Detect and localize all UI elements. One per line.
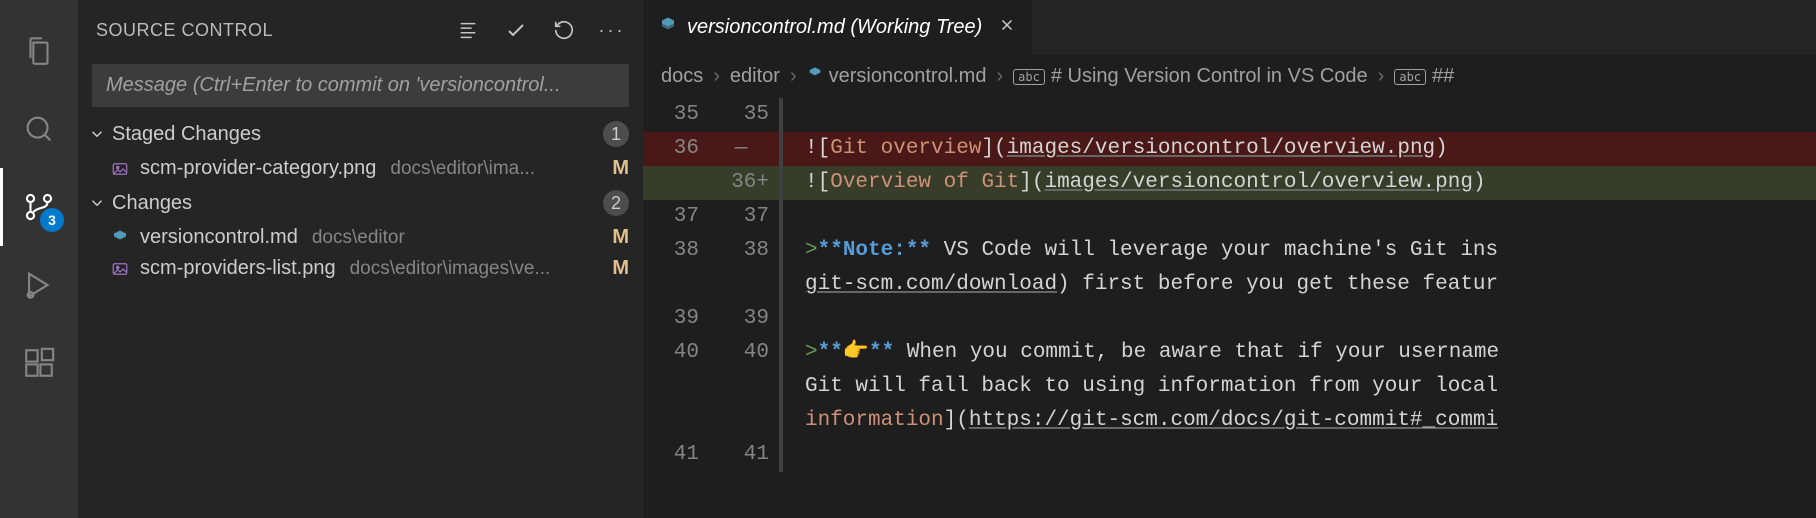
panel-header: SOURCE CONTROL ··· bbox=[78, 0, 643, 60]
file-path: docs\editor\ima... bbox=[390, 158, 594, 180]
editor-tab[interactable]: versioncontrol.md (Working Tree) bbox=[643, 0, 1033, 55]
breadcrumb-segment[interactable]: editor bbox=[730, 65, 780, 88]
source-control-panel: SOURCE CONTROL ··· Staged Changes 1 bbox=[78, 0, 643, 518]
abc-icon: abc bbox=[1394, 69, 1426, 85]
diff-code: information](https://git-scm.com/docs/gi… bbox=[783, 404, 1816, 438]
file-path: docs\editor\images\ve... bbox=[350, 258, 595, 280]
file-path: docs\editor bbox=[312, 227, 594, 249]
chevron-right-icon: › bbox=[1378, 65, 1385, 88]
tab-bar: versioncontrol.md (Working Tree) bbox=[643, 0, 1816, 55]
diff-code bbox=[783, 200, 1816, 234]
activity-source-control[interactable]: 3 bbox=[0, 168, 78, 246]
scm-group-header[interactable]: Staged Changes 1 bbox=[78, 115, 643, 153]
line-number-gutter: 3737 bbox=[643, 200, 783, 234]
diff-line[interactable]: 4141 bbox=[643, 438, 1816, 472]
tab-label: versioncontrol.md (Working Tree) bbox=[687, 16, 982, 39]
diff-code bbox=[783, 438, 1816, 472]
diff-line[interactable]: git-scm.com/download) first before you g… bbox=[643, 268, 1816, 302]
chevron-down-icon bbox=[86, 125, 108, 143]
diff-line[interactable]: information](https://git-scm.com/docs/gi… bbox=[643, 404, 1816, 438]
close-tab-icon[interactable] bbox=[998, 16, 1016, 40]
line-number-gutter bbox=[643, 404, 783, 438]
chevron-right-icon: › bbox=[713, 65, 720, 88]
more-actions-icon[interactable]: ··· bbox=[599, 17, 625, 43]
file-name: scm-provider-category.png bbox=[140, 157, 376, 180]
activity-search[interactable] bbox=[0, 90, 78, 168]
diff-code: ![Git overview](images/versioncontrol/ov… bbox=[783, 132, 1816, 166]
diff-code: ![Overview of Git](images/versioncontrol… bbox=[783, 166, 1816, 200]
markdown-file-icon bbox=[659, 16, 677, 40]
diff-line[interactable]: 4040>**👉** When you commit, be aware tha… bbox=[643, 336, 1816, 370]
chevron-right-icon: › bbox=[790, 65, 797, 88]
group-count-badge: 1 bbox=[603, 121, 629, 147]
diff-line[interactable]: 3939 bbox=[643, 302, 1816, 336]
breadcrumb-segment[interactable]: abc # Using Version Control in VS Code bbox=[1013, 65, 1368, 88]
diff-code bbox=[783, 98, 1816, 132]
diff-line[interactable]: 36+![Overview of Git](images/versioncont… bbox=[643, 166, 1816, 200]
image-file-icon bbox=[110, 259, 130, 279]
group-label: Changes bbox=[112, 192, 603, 215]
line-number-gutter: 36— bbox=[643, 132, 783, 166]
editor-area: versioncontrol.md (Working Tree) docs › … bbox=[643, 0, 1816, 518]
diff-line[interactable]: 3535 bbox=[643, 98, 1816, 132]
diff-code bbox=[783, 302, 1816, 336]
diff-editor[interactable]: 3535 36—![Git overview](images/versionco… bbox=[643, 98, 1816, 518]
file-status-badge: M bbox=[612, 257, 629, 280]
activity-explorer[interactable] bbox=[0, 12, 78, 90]
line-number-gutter: 3939 bbox=[643, 302, 783, 336]
activity-bar: 3 bbox=[0, 0, 78, 518]
group-count-badge: 2 bbox=[603, 190, 629, 216]
line-number-gutter bbox=[643, 370, 783, 404]
file-status-badge: M bbox=[612, 157, 629, 180]
chevron-down-icon bbox=[86, 194, 108, 212]
breadcrumb[interactable]: docs › editor › versioncontrol.md › abc … bbox=[643, 55, 1816, 98]
line-number-gutter bbox=[643, 268, 783, 302]
image-file-icon bbox=[110, 159, 130, 179]
line-number-gutter: 4040 bbox=[643, 336, 783, 370]
commit-message-input[interactable] bbox=[92, 64, 629, 107]
breadcrumb-segment[interactable]: docs bbox=[661, 65, 703, 88]
line-number-gutter: 3838 bbox=[643, 234, 783, 268]
activity-run-debug[interactable] bbox=[0, 246, 78, 324]
panel-title: SOURCE CONTROL bbox=[96, 20, 455, 41]
breadcrumb-segment[interactable]: versioncontrol.md bbox=[807, 65, 987, 88]
line-number-gutter: 3535 bbox=[643, 98, 783, 132]
file-status-badge: M bbox=[612, 226, 629, 249]
activity-extensions[interactable] bbox=[0, 324, 78, 402]
diff-line[interactable]: 3838>**Note:** VS Code will leverage you… bbox=[643, 234, 1816, 268]
view-as-tree-icon[interactable] bbox=[455, 17, 481, 43]
diff-line[interactable]: 3737 bbox=[643, 200, 1816, 234]
diff-line[interactable]: 36—![Git overview](images/versioncontrol… bbox=[643, 132, 1816, 166]
commit-icon[interactable] bbox=[503, 17, 529, 43]
scm-file-row[interactable]: scm-providers-list.png docs\editor\image… bbox=[78, 253, 643, 284]
diff-code: >**👉** When you commit, be aware that if… bbox=[783, 336, 1816, 370]
commit-message-container bbox=[92, 64, 629, 107]
scm-badge: 3 bbox=[40, 208, 64, 232]
markdown-file-icon bbox=[807, 65, 823, 88]
group-label: Staged Changes bbox=[112, 123, 603, 146]
refresh-icon[interactable] bbox=[551, 17, 577, 43]
diff-code: Git will fall back to using information … bbox=[783, 370, 1816, 404]
chevron-right-icon: › bbox=[996, 65, 1003, 88]
abc-icon: abc bbox=[1013, 69, 1045, 85]
line-number-gutter: 4141 bbox=[643, 438, 783, 472]
scm-group-header[interactable]: Changes 2 bbox=[78, 184, 643, 222]
breadcrumb-segment[interactable]: abc ## bbox=[1394, 65, 1454, 88]
diff-code: >**Note:** VS Code will leverage your ma… bbox=[783, 234, 1816, 268]
file-name: versioncontrol.md bbox=[140, 226, 298, 249]
line-number-gutter: 36+ bbox=[643, 166, 783, 200]
markdown-file-icon bbox=[110, 228, 130, 248]
scm-file-row[interactable]: versioncontrol.md docs\editor M bbox=[78, 222, 643, 253]
scm-file-row[interactable]: scm-provider-category.png docs\editor\im… bbox=[78, 153, 643, 184]
diff-line[interactable]: Git will fall back to using information … bbox=[643, 370, 1816, 404]
file-name: scm-providers-list.png bbox=[140, 257, 336, 280]
diff-code: git-scm.com/download) first before you g… bbox=[783, 268, 1816, 302]
